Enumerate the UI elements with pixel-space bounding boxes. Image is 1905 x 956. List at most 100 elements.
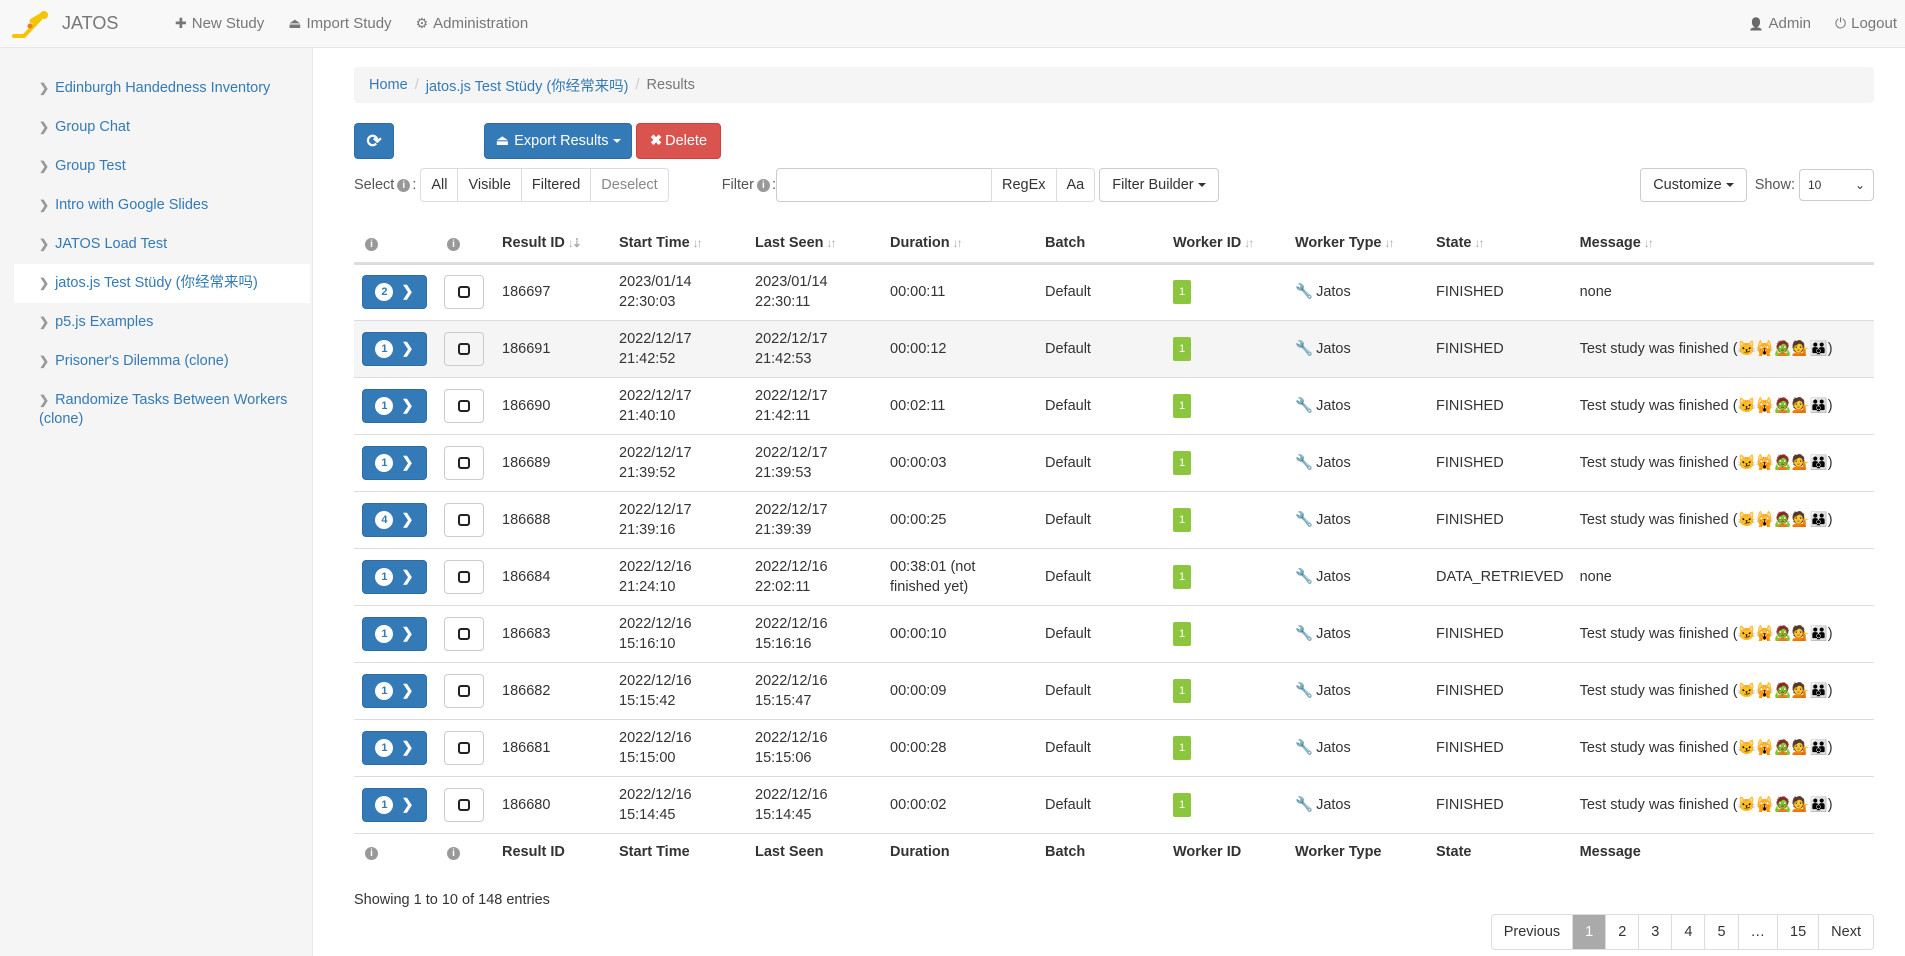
pagination-page[interactable]: 15	[1778, 915, 1820, 949]
sidebar-item-study[interactable]: ❯ p5.js Examples	[14, 303, 310, 342]
export-icon: ⏏	[495, 133, 510, 149]
chevron-right-icon: ❯	[39, 315, 50, 329]
show-component-results-button[interactable]: 4 ❯	[362, 502, 427, 537]
show-component-results-button[interactable]: 2 ❯	[362, 275, 427, 309]
sidebar-item-label: jatos.js Test Stüdy (你经常来吗)	[55, 275, 258, 291]
cell-state: FINISHED	[1428, 320, 1572, 378]
page-size-select[interactable]: 10 ⌄	[1799, 169, 1874, 201]
info-icon[interactable]: i	[447, 238, 460, 252]
nav-logout-label: Logout	[1851, 15, 1897, 32]
row-select-checkbox[interactable]	[444, 502, 484, 537]
sidebar-item-study[interactable]: ❯ Edinburgh Handedness Inventory	[14, 69, 310, 108]
show-component-results-button[interactable]: 1 ❯	[362, 673, 427, 708]
nav-new-study[interactable]: ✚ New Study	[175, 15, 264, 32]
info-icon[interactable]: i	[756, 178, 770, 192]
start-time: 21:40:10	[619, 407, 676, 424]
square-icon	[458, 798, 470, 811]
info-icon[interactable]: i	[397, 178, 411, 192]
sidebar-item-study[interactable]: ❯ Group Test	[14, 147, 310, 186]
nav-import-study[interactable]: ⏏ Import Study	[288, 15, 391, 32]
worker-id-badge[interactable]: 1	[1173, 336, 1192, 361]
pagination-page[interactable]: 2	[1606, 915, 1640, 949]
square-icon	[458, 513, 470, 526]
sidebar-item-study[interactable]: ❯ Prisoner's Dilemma (clone)	[14, 342, 310, 381]
regex-toggle[interactable]: RegEx	[992, 169, 1057, 201]
worker-id-badge[interactable]: 1	[1173, 678, 1192, 703]
cell-message: Test study was finished (😼🙀🧟💁👪)	[1571, 719, 1874, 777]
worker-id-badge[interactable]: 1	[1173, 450, 1192, 475]
case-sensitive-toggle[interactable]: Aa	[1057, 169, 1095, 201]
worker-id-badge[interactable]: 1	[1173, 507, 1192, 532]
select-all-button[interactable]: All	[421, 169, 459, 201]
col-header-result-id[interactable]: Result ID ↓⇣	[494, 225, 611, 265]
select-visible-button[interactable]: Visible	[458, 169, 522, 201]
row-select-checkbox[interactable]	[444, 445, 484, 480]
row-select-checkbox[interactable]	[444, 673, 484, 708]
worker-id-badge[interactable]: 1	[1173, 564, 1192, 589]
col-header-duration[interactable]: Duration ↓↑	[882, 225, 1037, 265]
delete-button[interactable]: ✖ Delete	[636, 123, 721, 159]
show-component-results-button[interactable]: 1 ❯	[362, 730, 427, 765]
info-icon[interactable]: i	[365, 846, 378, 860]
row-select-checkbox[interactable]	[444, 730, 484, 765]
col-header-state[interactable]: State ↓↑	[1428, 225, 1572, 265]
brand[interactable]: JATOS	[10, 9, 175, 39]
filter-input[interactable]	[775, 168, 991, 202]
breadcrumb-study[interactable]: jatos.js Test Stüdy (你经常来吗)	[426, 75, 629, 96]
show-component-results-button[interactable]: 1 ❯	[362, 445, 427, 480]
square-icon	[458, 342, 470, 355]
cell-duration: 00:38:01 (not finished yet)	[882, 548, 1037, 606]
row-select-checkbox[interactable]	[444, 331, 484, 366]
seen-time: 15:15:06	[755, 749, 812, 766]
nav-logout[interactable]: ⏻ Logout	[1835, 15, 1897, 32]
table-row: 1 ❯ 186681 2022/12/16 15:15:00 2022/12/16 15:1…	[354, 719, 1874, 777]
worker-id-badge[interactable]: 1	[1173, 735, 1192, 760]
pagination-previous[interactable]: Previous	[1492, 915, 1574, 949]
col-header-worker-type[interactable]: Worker Type ↓↑	[1287, 225, 1428, 265]
col-header-last-seen[interactable]: Last Seen ↓↑	[747, 225, 882, 265]
pagination-page[interactable]: 4	[1672, 915, 1706, 949]
col-header-worker-id[interactable]: Worker ID ↓↑	[1165, 225, 1287, 265]
sidebar-item-study[interactable]: ❯ Randomize Tasks Between Workers (clone)	[14, 381, 310, 439]
wrench-icon: 🔧	[1295, 739, 1314, 756]
sidebar-item-study[interactable]: ❯ JATOS Load Test	[14, 225, 310, 264]
show-component-results-button[interactable]: 1 ❯	[362, 388, 427, 423]
show-component-results-button[interactable]: 1 ❯	[362, 616, 427, 651]
col-header-message[interactable]: Message ↓↑	[1571, 225, 1874, 265]
worker-id-badge[interactable]: 1	[1173, 280, 1192, 304]
cell-start-time: 2022/12/17 21:42:52	[611, 320, 747, 378]
worker-id-badge[interactable]: 1	[1173, 393, 1192, 418]
row-select-checkbox[interactable]	[444, 616, 484, 651]
info-icon[interactable]: i	[447, 846, 460, 860]
breadcrumb-home[interactable]: Home	[369, 77, 408, 93]
customize-button[interactable]: Customize	[1640, 168, 1747, 202]
cell-state: FINISHED	[1428, 776, 1572, 834]
row-select-checkbox[interactable]	[444, 559, 484, 594]
sidebar-item-study[interactable]: ❯ Group Chat	[14, 108, 310, 147]
nav-administration[interactable]: ⚙ Administration	[416, 15, 529, 32]
pagination-page[interactable]: 1	[1573, 915, 1607, 949]
row-select-checkbox[interactable]	[444, 388, 484, 423]
pagination-page[interactable]: 3	[1639, 915, 1673, 949]
pagination-page[interactable]: …	[1739, 915, 1779, 949]
sidebar-item-study[interactable]: ❯ Intro with Google Slides	[14, 186, 310, 225]
show-component-results-button[interactable]: 1 ❯	[362, 787, 427, 822]
export-results-button[interactable]: ⏏ Export Results	[484, 123, 632, 159]
deselect-button[interactable]: Deselect	[591, 169, 667, 201]
pagination-page[interactable]: 5	[1705, 915, 1739, 949]
nav-user[interactable]: 👤 Admin	[1749, 15, 1811, 32]
col-header-start-time[interactable]: Start Time ↓↑	[611, 225, 747, 265]
show-component-results-button[interactable]: 1 ❯	[362, 559, 427, 594]
select-filtered-button[interactable]: Filtered	[522, 169, 592, 201]
component-count-badge: 4	[375, 510, 394, 529]
filter-builder-button[interactable]: Filter Builder	[1099, 168, 1219, 202]
row-select-checkbox[interactable]	[444, 275, 484, 309]
pagination-next[interactable]: Next	[1819, 915, 1873, 949]
worker-id-badge[interactable]: 1	[1173, 792, 1192, 817]
refresh-button[interactable]: ⟳	[354, 123, 394, 159]
show-component-results-button[interactable]: 1 ❯	[362, 331, 427, 366]
row-select-checkbox[interactable]	[444, 787, 484, 822]
info-icon[interactable]: i	[365, 238, 378, 252]
sidebar-item-study[interactable]: ❯ jatos.js Test Stüdy (你经常来吗)	[14, 264, 310, 303]
worker-id-badge[interactable]: 1	[1173, 621, 1192, 646]
